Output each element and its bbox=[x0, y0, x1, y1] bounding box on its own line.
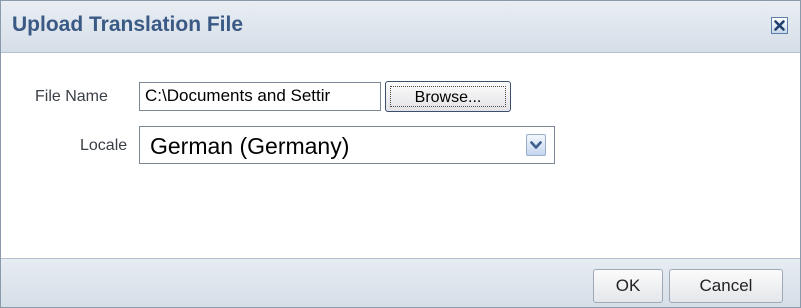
dialog-titlebar: Upload Translation File bbox=[1, 1, 800, 53]
dialog-title: Upload Translation File bbox=[12, 13, 244, 36]
locale-select[interactable]: German (Germany) bbox=[139, 126, 555, 164]
locale-label: Locale bbox=[80, 137, 128, 154]
upload-translation-dialog: Upload Translation File File Name C:\Doc… bbox=[0, 0, 801, 308]
file-name-input[interactable]: C:\Documents and Settir bbox=[139, 82, 381, 111]
dialog-footer: OK Cancel bbox=[1, 258, 800, 307]
close-icon bbox=[774, 20, 785, 31]
locale-selected-value: German (Germany) bbox=[150, 133, 350, 159]
ok-button[interactable]: OK bbox=[593, 269, 663, 303]
chevron-down-icon bbox=[530, 141, 542, 149]
browse-button-label: Browse... bbox=[390, 86, 506, 107]
locale-dropdown-button[interactable] bbox=[526, 134, 546, 156]
browse-button[interactable]: Browse... bbox=[385, 81, 511, 112]
cancel-button[interactable]: Cancel bbox=[669, 269, 783, 303]
file-name-label: File Name bbox=[35, 88, 108, 105]
close-button[interactable] bbox=[771, 17, 788, 34]
